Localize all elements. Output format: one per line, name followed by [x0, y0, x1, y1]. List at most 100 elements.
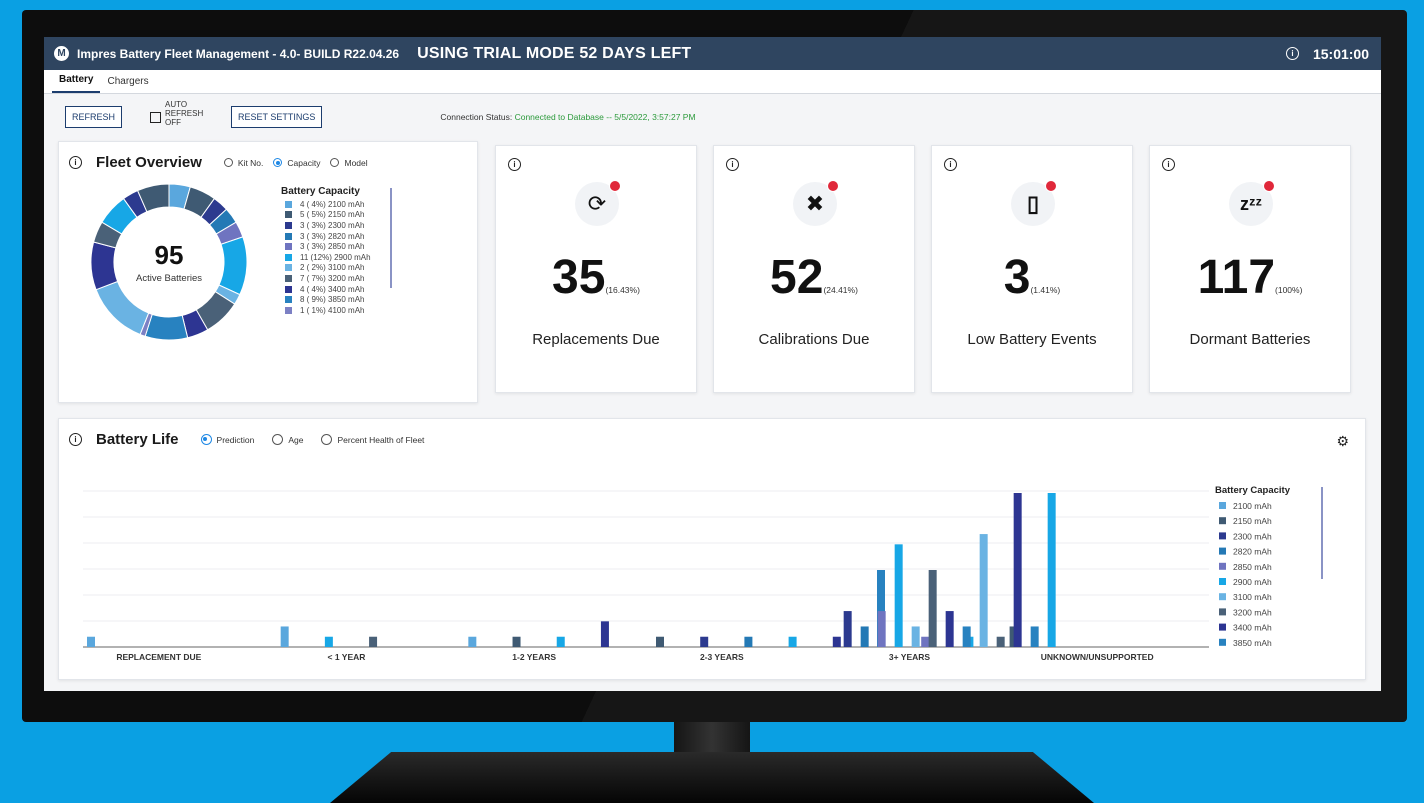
legend-item[interactable]: 3 ( 3%) 2850 mAh	[281, 241, 371, 252]
chart-legend-swatch	[1219, 608, 1226, 616]
chart-bar[interactable]	[87, 636, 95, 647]
replacements-due-card[interactable]: i ⟳ 35(16.43%) Replacements Due	[495, 145, 697, 393]
chart-bar[interactable]	[700, 636, 709, 647]
chart-legend-swatch	[1219, 517, 1226, 525]
chart-legend-scrollbar[interactable]	[1321, 487, 1323, 579]
tab-chargers[interactable]: Chargers	[100, 76, 155, 93]
chart-bar[interactable]	[928, 570, 937, 647]
low-battery-events-card[interactable]: i ▯ 3(1.41%) Low Battery Events	[931, 145, 1133, 393]
auto-refresh-checkbox[interactable]	[150, 111, 162, 123]
legend-item[interactable]: 3 ( 3%) 2300 mAh	[281, 220, 371, 231]
info-icon[interactable]: i	[1285, 47, 1299, 60]
chart-bar[interactable]	[911, 626, 920, 647]
legend-item[interactable]: 8 ( 9%) 3850 mAh	[281, 294, 371, 305]
chart-bar[interactable]	[1047, 493, 1056, 647]
chart-bar[interactable]	[512, 636, 521, 647]
alert-badge-icon	[609, 180, 621, 192]
chart-legend-label[interactable]: 3200 mAh	[1233, 607, 1272, 617]
option-label: Kit No.	[237, 157, 264, 168]
tab-bar: Battery Chargers	[44, 70, 1381, 94]
motorola-logo-icon: M	[54, 46, 69, 61]
chart-legend-label[interactable]: 2300 mAh	[1233, 531, 1272, 541]
auto-refresh-text: AUTO REFRESH	[165, 99, 204, 118]
alert-badge-icon	[1045, 180, 1057, 192]
info-icon[interactable]: i	[726, 158, 739, 171]
legend-item[interactable]: 4 ( 4%) 3400 mAh	[281, 284, 371, 295]
chart-legend-label[interactable]: 3100 mAh	[1233, 592, 1272, 602]
stat-percent: (16.43%)	[605, 285, 640, 295]
stat-value: 52	[770, 251, 824, 304]
active-batteries-label: Active Batteries	[136, 273, 202, 284]
chart-bar[interactable]	[324, 636, 333, 647]
legend-label: 5 ( 5%) 2150 mAh	[300, 210, 365, 220]
calibrations-due-card[interactable]: i ✖ 52(24.41%) Calibrations Due	[713, 145, 915, 393]
chart-legend-title: Battery Capacity	[1215, 485, 1291, 496]
chart-legend-swatch	[1219, 593, 1226, 601]
chart-bar[interactable]	[556, 636, 565, 647]
chart-legend-label[interactable]: 3850 mAh	[1233, 638, 1272, 648]
legend-item[interactable]: 3 ( 3%) 2820 mAh	[281, 231, 371, 242]
chart-bar[interactable]	[468, 636, 477, 647]
chart-bar[interactable]	[1013, 493, 1022, 647]
chart-bar[interactable]	[996, 636, 1005, 647]
option-model[interactable]: Model	[330, 158, 368, 168]
option-capacity[interactable]: Capacity	[273, 158, 320, 168]
info-icon[interactable]: i	[508, 158, 521, 171]
chart-bar[interactable]	[280, 626, 289, 647]
chart-bar[interactable]	[744, 636, 753, 647]
stat-label: Replacements Due	[532, 331, 660, 348]
chart-legend-swatch	[1219, 638, 1226, 646]
chart-bar[interactable]	[656, 636, 664, 647]
chart-bar[interactable]	[945, 611, 954, 647]
chart-bar[interactable]	[832, 636, 841, 647]
chart-bar[interactable]	[860, 626, 869, 647]
chart-legend-swatch	[1219, 562, 1226, 570]
refresh-button[interactable]: REFRESH	[65, 106, 123, 128]
chart-bar[interactable]	[1030, 626, 1039, 647]
radio-icon	[223, 158, 233, 167]
stat-percent: (100%)	[1275, 285, 1303, 295]
reset-settings-button[interactable]: RESET SETTINGS	[231, 106, 323, 128]
legend-swatch	[285, 221, 292, 229]
battery-life-chart: REPLACEMENT DUE < 1 YEAR 1-2 YEARS 2-3 YEAR…	[83, 485, 1323, 662]
chart-legend-label[interactable]: 3400 mAh	[1233, 623, 1272, 633]
chart-bar[interactable]	[788, 636, 797, 647]
stat-label: Dormant Batteries	[1189, 331, 1311, 348]
chart-bar[interactable]	[843, 611, 852, 647]
legend-title: Battery Capacity	[281, 186, 360, 197]
battery-glyph: ▯	[1026, 191, 1040, 216]
chart-bar[interactable]	[877, 611, 886, 647]
chart-legend-label[interactable]: 2820 mAh	[1233, 547, 1272, 557]
chart-bar[interactable]	[894, 544, 903, 647]
chart-bar[interactable]	[979, 534, 988, 647]
chart-legend-label[interactable]: 2150 mAh	[1233, 516, 1272, 526]
legend-swatch	[285, 243, 292, 251]
option-kit-no[interactable]: Kit No.	[223, 157, 264, 168]
chart-bar[interactable]	[962, 626, 971, 647]
fleet-info-icon[interactable]: i	[69, 156, 82, 169]
auto-refresh-state: OFF	[165, 117, 182, 127]
chart-bar[interactable]	[369, 636, 378, 647]
legend-item[interactable]: 1 ( 1%) 4100 mAh	[281, 305, 371, 316]
chart-bar[interactable]	[600, 621, 609, 647]
info-icon[interactable]: i	[944, 158, 957, 171]
legend-item[interactable]: 5 ( 5%) 2150 mAh	[281, 210, 371, 221]
legend-item[interactable]: 11 (12%) 2900 mAh	[281, 252, 371, 263]
chart-legend-label[interactable]: 2100 mAh	[1233, 501, 1272, 511]
tab-battery[interactable]: Battery	[52, 74, 101, 93]
chart-legend-swatch	[1219, 547, 1226, 555]
monitor-stand	[330, 752, 1094, 803]
info-icon[interactable]: i	[1162, 158, 1175, 171]
chart-legend-label[interactable]: 2850 mAh	[1233, 562, 1272, 572]
legend-item[interactable]: 4 ( 4%) 2100 mAh	[281, 199, 371, 210]
chart-legend-label[interactable]: 2900 mAh	[1233, 577, 1272, 587]
legend-swatch	[285, 296, 292, 304]
chart-bar[interactable]	[921, 636, 930, 647]
legend-item[interactable]: 7 ( 7%) 3200 mAh	[281, 273, 371, 284]
dormant-batteries-card[interactable]: i zᶻᶻ 117(100%) Dormant Batteries	[1149, 145, 1351, 393]
x-tick-label: UNKNOWN/UNSUPPORTED	[1041, 652, 1154, 662]
legend-label: 4 ( 4%) 3400 mAh	[300, 284, 365, 294]
legend-item[interactable]: 2 ( 2%) 3100 mAh	[281, 263, 371, 274]
legend-scrollbar[interactable]	[390, 188, 392, 288]
legend-label: 2 ( 2%) 3100 mAh	[300, 263, 365, 273]
